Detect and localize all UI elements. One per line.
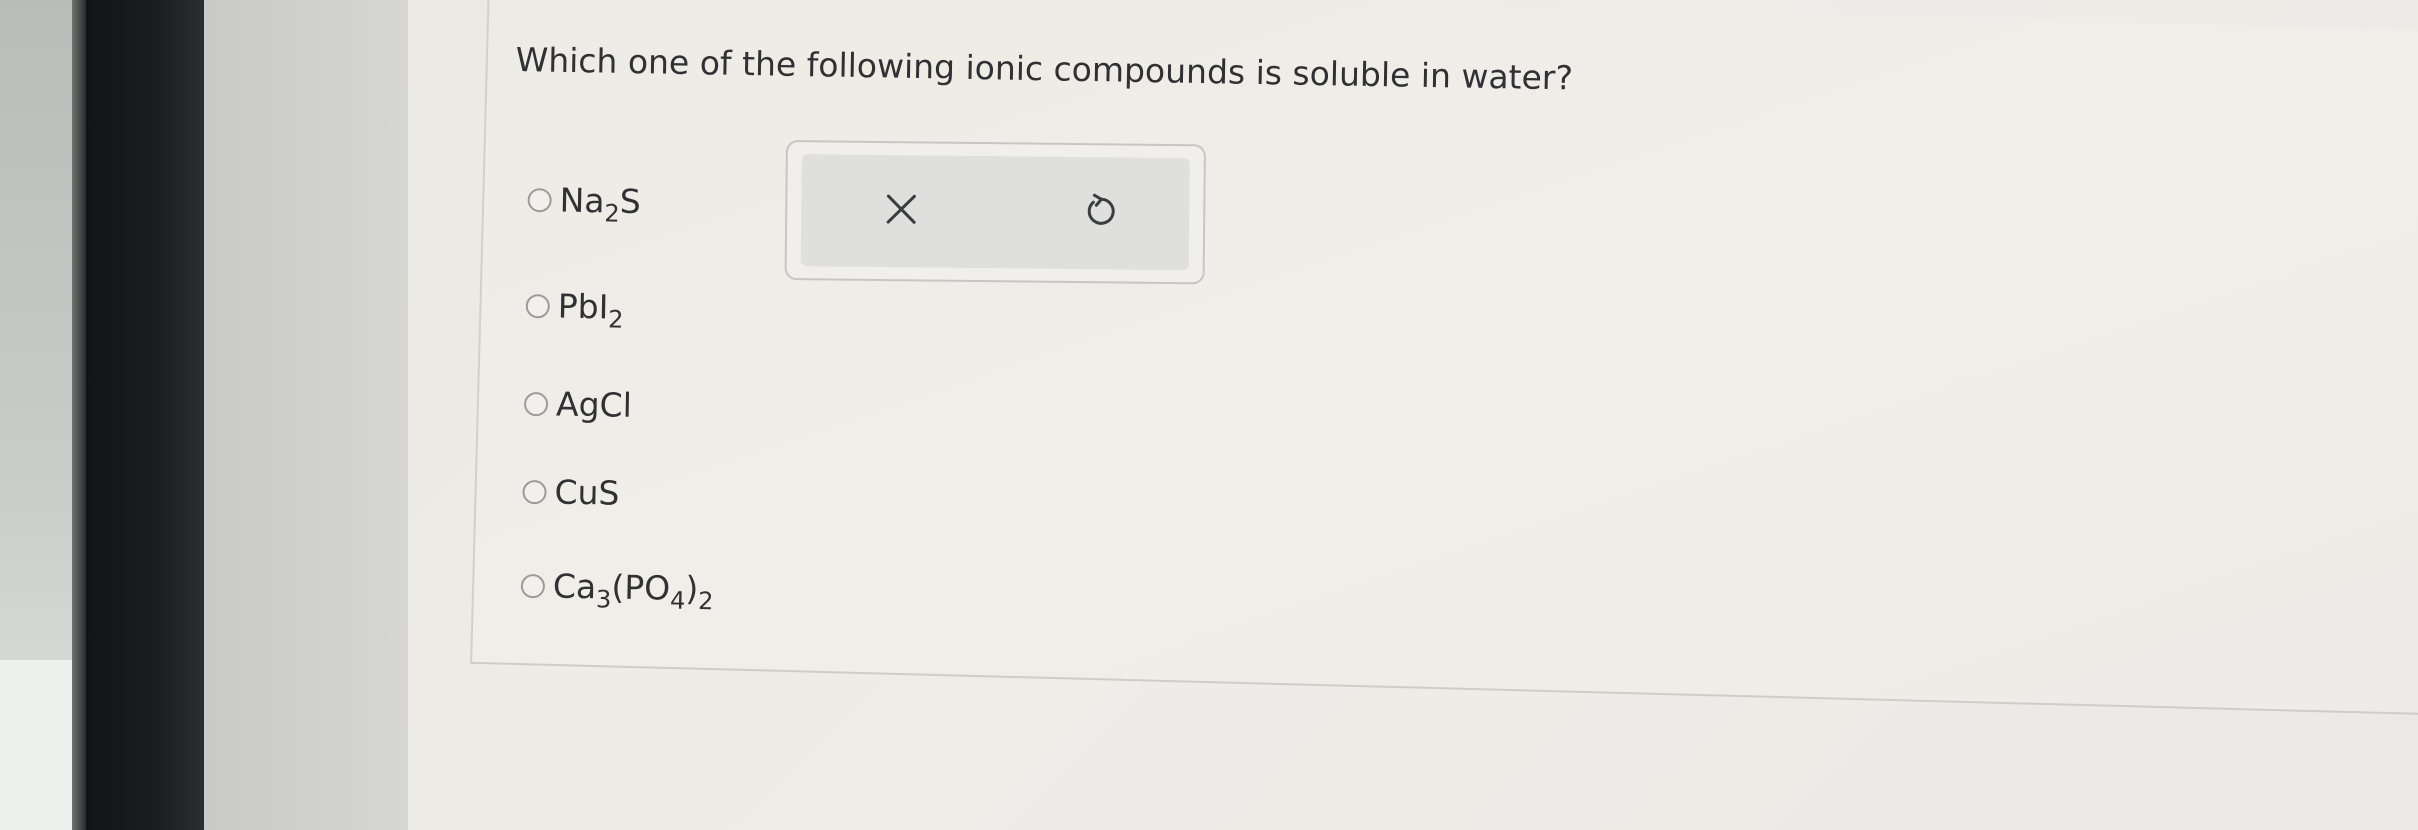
monitor-bezel [86, 0, 204, 830]
option-label: Ca 3 (PO 4) 2 [552, 566, 714, 616]
undo-button[interactable] [1071, 181, 1132, 242]
answer-toolbar [784, 140, 1206, 285]
option-label: CuS [554, 472, 620, 513]
option-label: AgCl [555, 384, 633, 425]
option-pbi2[interactable]: PbI 2 [525, 286, 624, 334]
clear-button[interactable] [871, 179, 932, 240]
radio-button[interactable] [523, 391, 549, 416]
undo-icon [1087, 193, 1115, 225]
screen-margin [204, 0, 408, 830]
option-label: Na 2 S [559, 180, 642, 228]
radio-button[interactable] [522, 479, 547, 504]
close-icon [886, 194, 916, 224]
radio-button[interactable] [527, 187, 552, 212]
option-cus[interactable]: CuS [522, 472, 620, 513]
toolbar-inner [800, 154, 1190, 271]
radio-button[interactable] [520, 573, 546, 598]
option-ca3po42[interactable]: Ca 3 (PO 4) 2 [520, 566, 714, 616]
option-agcl[interactable]: AgCl [523, 384, 633, 425]
option-label: PbI 2 [557, 286, 624, 334]
monitor-bezel-edge [72, 0, 86, 830]
option-na2s[interactable]: Na 2 S [527, 180, 642, 228]
radio-button[interactable] [525, 293, 551, 318]
question-panel [470, 0, 2418, 716]
